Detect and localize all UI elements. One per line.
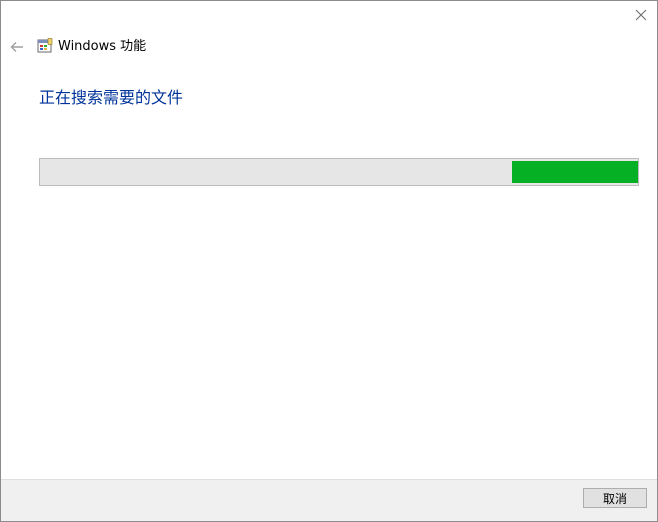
close-button[interactable]: [628, 4, 654, 26]
status-heading: 正在搜索需要的文件: [39, 88, 184, 107]
close-icon: [635, 9, 647, 21]
cancel-button[interactable]: 取消: [583, 488, 647, 508]
windows-features-dialog: Windows 功能 正在搜索需要的文件 取消: [0, 0, 658, 522]
dialog-footer: 取消: [1, 479, 657, 521]
windows-features-icon: [37, 38, 53, 53]
window-title: Windows 功能: [58, 39, 147, 54]
progress-bar-fill: [512, 161, 638, 183]
progress-bar: [39, 158, 639, 186]
back-arrow-icon: [10, 42, 23, 52]
back-button[interactable]: [7, 37, 27, 57]
